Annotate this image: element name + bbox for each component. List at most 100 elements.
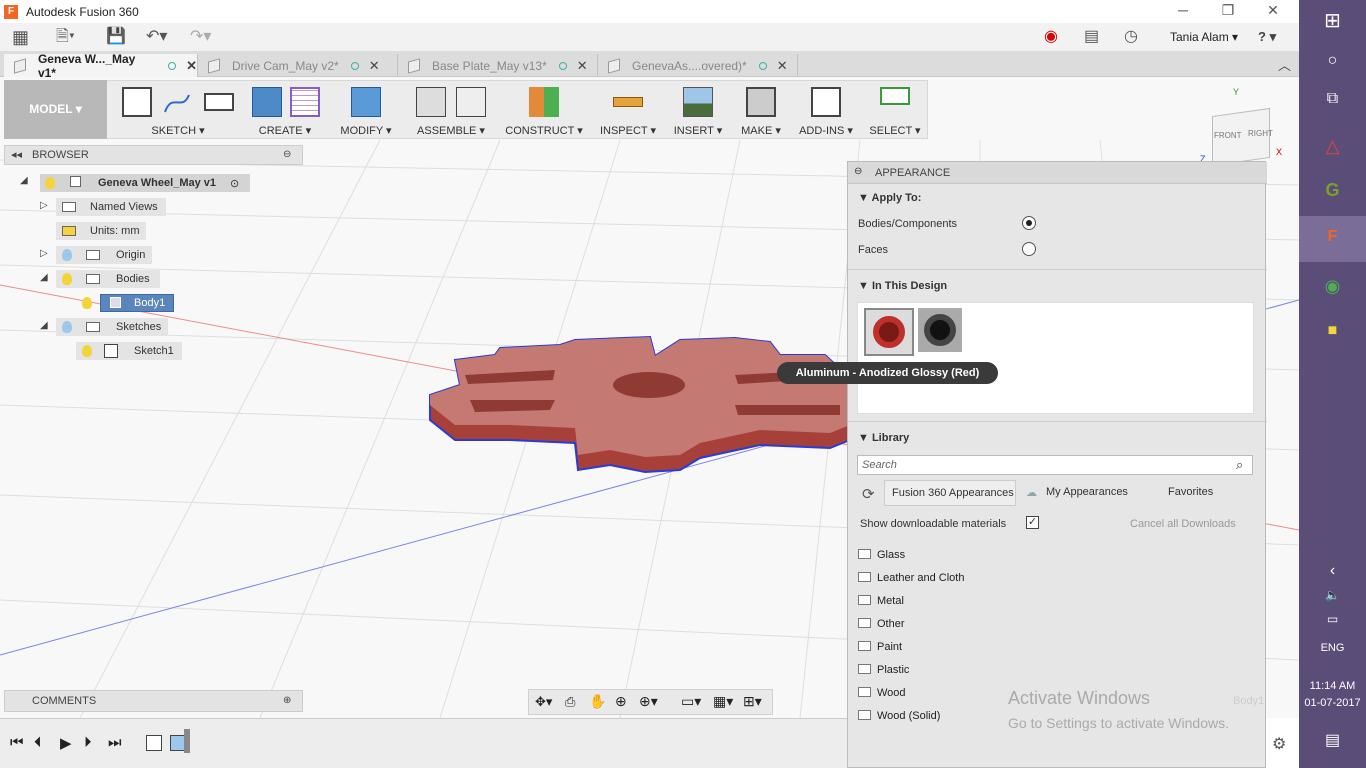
addins-group[interactable]: ADD-INS ▾	[790, 81, 862, 140]
pan-icon[interactable]: ✋	[589, 693, 606, 710]
folder-plastic[interactable]: Plastic	[858, 662, 909, 678]
minimize-button[interactable]: ─	[1160, 0, 1206, 23]
viewcube[interactable]: FRONT RIGHT Y X Z	[1200, 87, 1290, 167]
3d-print-icon[interactable]	[746, 87, 776, 117]
minimize-panel-icon[interactable]: ⊖	[854, 166, 862, 177]
show-hidden-icons[interactable]: ‹	[1299, 562, 1366, 580]
cortana-icon[interactable]: ○	[1299, 52, 1366, 70]
make-group[interactable]: MAKE ▾	[732, 81, 790, 140]
appearance-header[interactable]: ⊖ APPEARANCE	[848, 162, 1267, 184]
language-indicator[interactable]: ENG	[1299, 642, 1366, 654]
go-to-start-icon[interactable]: ⏮	[10, 734, 24, 751]
help-icon[interactable]: ? ▾	[1258, 28, 1276, 46]
make-label[interactable]: MAKE ▾	[732, 124, 790, 137]
tab-geneva-assembly[interactable]: GenevaAs....overed)* ✕	[598, 54, 798, 77]
folder-metal[interactable]: Metal	[858, 593, 904, 609]
collapse-icon[interactable]: ◢	[40, 320, 48, 331]
search-icon[interactable]: ⌕	[1236, 457, 1243, 473]
visibility-bulb-icon[interactable]	[82, 297, 92, 309]
visibility-bulb-icon[interactable]	[45, 177, 55, 189]
select-icon[interactable]	[880, 87, 910, 105]
chat-icon[interactable]: ▤	[1084, 28, 1099, 46]
scripts-icon[interactable]	[811, 87, 841, 117]
record-icon[interactable]: ◉	[1044, 28, 1058, 46]
activate-icon[interactable]: ⊙	[230, 175, 239, 193]
g-app-icon[interactable]: G	[1299, 180, 1366, 201]
folder-glass[interactable]: Glass	[858, 547, 905, 563]
modify-label[interactable]: MODIFY ▾	[326, 124, 406, 137]
autodesk-app-icon[interactable]: △	[1299, 136, 1366, 157]
new-component-icon[interactable]	[416, 87, 446, 117]
show-downloadable-checkbox[interactable]: ✓	[1026, 516, 1039, 529]
addins-label[interactable]: ADD-INS ▾	[790, 124, 862, 137]
visibility-bulb-icon[interactable]	[82, 345, 92, 357]
chrome-icon[interactable]: ◉	[1299, 276, 1366, 297]
insert-label[interactable]: INSERT ▾	[664, 124, 732, 137]
visibility-bulb-icon[interactable]	[62, 273, 72, 285]
construct-label[interactable]: CONSTRUCT ▾	[496, 124, 592, 137]
look-at-icon[interactable]: ⎙	[565, 694, 575, 710]
create-label[interactable]: CREATE ▾	[244, 124, 326, 137]
in-this-design-heading[interactable]: ▼ In This Design	[858, 280, 947, 292]
step-forward-icon[interactable]: ⏵	[84, 734, 92, 751]
tree-item-origin[interactable]: Origin	[56, 246, 152, 264]
sketch-label[interactable]: SKETCH ▾	[112, 124, 244, 137]
play-icon[interactable]: ▶	[60, 734, 72, 752]
app-grid-icon[interactable]: ▦	[12, 28, 29, 46]
joint-icon[interactable]	[456, 87, 486, 117]
step-back-icon[interactable]: ⏴	[34, 734, 42, 751]
undo-icon[interactable]: ↶▾	[146, 28, 167, 46]
library-search-input[interactable]: Search ⌕	[857, 455, 1253, 475]
modify-group[interactable]: MODIFY ▾	[326, 81, 406, 140]
start-icon[interactable]: ⊞	[1299, 8, 1366, 33]
library-heading[interactable]: ▼ Library	[858, 432, 909, 444]
tab-fusion-appearances[interactable]: Fusion 360 Appearances	[884, 480, 1016, 506]
tree-item-sketches[interactable]: Sketches	[56, 318, 168, 336]
task-view-icon[interactable]: ⧉	[1299, 90, 1366, 108]
sketch-group[interactable]: SKETCH ▾	[112, 81, 244, 140]
expand-icon[interactable]: ▷	[40, 200, 48, 211]
apply-to-heading[interactable]: ▼ Apply To:	[858, 192, 921, 204]
tree-item-bodies[interactable]: Bodies	[56, 270, 160, 288]
select-group[interactable]: SELECT ▾	[862, 81, 928, 140]
inspect-label[interactable]: INSPECT ▾	[592, 124, 664, 137]
construct-group[interactable]: CONSTRUCT ▾	[496, 81, 592, 140]
tree-item-body1[interactable]: Body1	[76, 294, 174, 312]
battery-icon[interactable]: ▭	[1299, 612, 1366, 626]
collapse-tabs-icon[interactable]: ︿	[1278, 55, 1291, 74]
fusion360-taskbar-icon[interactable]: F	[1299, 228, 1366, 246]
collapse-browser-icon[interactable]: ◂◂	[11, 148, 22, 161]
assemble-label[interactable]: ASSEMBLE ▾	[406, 124, 496, 137]
expand-icon[interactable]: ◢	[20, 175, 28, 186]
insert-group[interactable]: INSERT ▾	[664, 81, 732, 140]
rectangle-icon[interactable]	[204, 93, 234, 111]
geneva-wheel-body[interactable]	[429, 335, 851, 474]
file-menu-icon[interactable]: 🗎▾	[56, 28, 75, 46]
create-sketch-icon[interactable]	[122, 87, 152, 117]
press-pull-icon[interactable]	[351, 87, 381, 117]
timeline-sketch-icon[interactable]	[146, 735, 162, 751]
timeline-marker[interactable]	[184, 729, 190, 753]
user-menu[interactable]: Tania Alam ▾	[1170, 28, 1238, 46]
insert-image-icon[interactable]	[683, 87, 713, 117]
zoom-icon[interactable]: ⊕	[615, 693, 627, 710]
visibility-bulb-icon[interactable]	[62, 249, 72, 261]
viewports-icon[interactable]: ⊞▾	[743, 693, 762, 710]
expand-icon[interactable]: ▷	[40, 248, 48, 259]
assemble-group[interactable]: ASSEMBLE ▾	[406, 81, 496, 140]
measure-icon[interactable]	[613, 97, 643, 107]
tree-item-named-views[interactable]: Named Views	[56, 198, 166, 216]
folder-wood[interactable]: Wood	[858, 685, 906, 701]
offset-plane-icon[interactable]	[529, 87, 559, 117]
visibility-bulb-icon[interactable]	[62, 321, 72, 333]
form-icon[interactable]	[290, 87, 320, 117]
minimize-browser-icon[interactable]: ⊖	[283, 149, 291, 160]
close-tab-icon[interactable]: ✕	[777, 58, 788, 74]
tab-base-plate[interactable]: Base Plate_May v13* ✕	[398, 54, 598, 77]
tree-item-sketch1[interactable]: Sketch1	[76, 342, 182, 360]
tab-my-appearances[interactable]: My Appearances	[1046, 486, 1128, 498]
close-button[interactable]: ✕	[1250, 0, 1296, 23]
tab-geneva-wheel[interactable]: Geneva W..._May v1* ✕	[4, 52, 198, 80]
fit-icon[interactable]: ⊕▾	[639, 693, 658, 710]
close-tab-icon[interactable]: ✕	[186, 58, 197, 74]
